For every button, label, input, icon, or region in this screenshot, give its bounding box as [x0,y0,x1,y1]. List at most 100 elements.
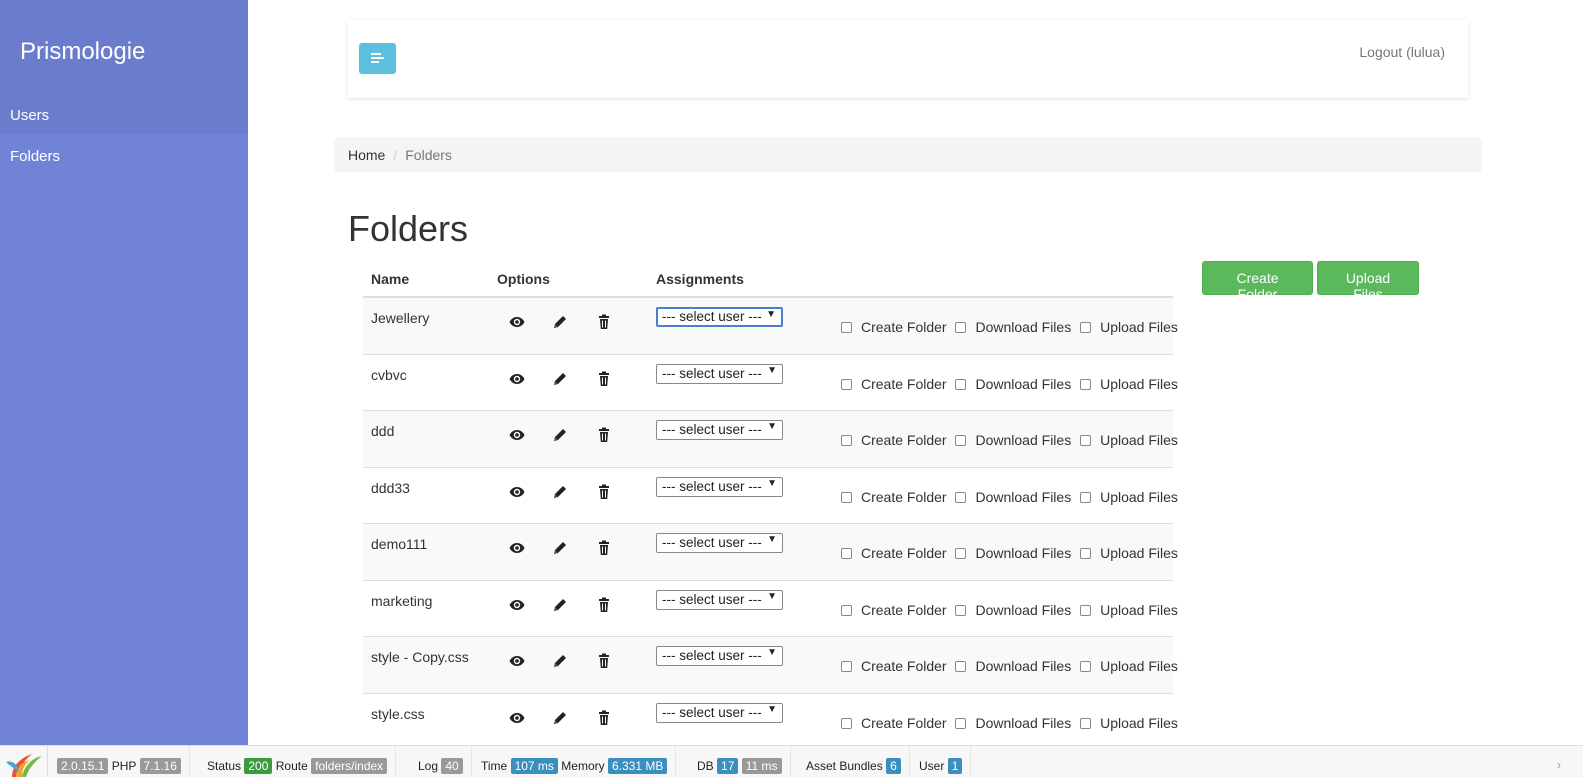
trash-icon[interactable] [596,371,612,387]
download-files-checkbox[interactable] [955,322,967,333]
route-label: Route [275,759,308,773]
download-files-checkbox[interactable] [955,661,967,672]
pencil-icon[interactable] [552,371,568,387]
trash-icon[interactable] [596,653,612,669]
pencil-icon[interactable] [552,710,568,726]
select-value: --- select user --- [662,309,762,324]
eye-icon[interactable] [509,597,525,613]
create-folder-checkbox[interactable] [841,717,852,729]
download-files-checkbox[interactable] [955,435,967,446]
assign-user-select[interactable]: --- select user --- ▼ [656,476,783,497]
upload-files-button[interactable]: Upload Files [1317,261,1419,302]
trash-icon[interactable] [596,540,612,556]
create-folder-checkbox[interactable] [841,604,852,616]
table-row: style - Copy.css --- select user --- ▼ C… [363,637,1178,694]
time-badge: 107 ms [510,758,558,774]
create-folder-label: Create Folder [861,545,947,561]
permissions-group: Create Folder Download Files Upload File… [841,545,1183,561]
folder-name: marketing [371,592,433,609]
upload-files-label: Upload Files [1100,545,1178,561]
yii-logo[interactable] [0,746,48,777]
download-files-label: Download Files [975,319,1072,335]
create-folder-checkbox[interactable] [841,435,852,446]
pencil-icon[interactable] [552,597,568,613]
create-folder-button[interactable]: Create Folder [1202,261,1313,302]
sidebar-item-users[interactable]: Users [10,107,49,124]
upload-files-checkbox[interactable] [1080,661,1092,672]
download-files-label: Download Files [975,375,1072,392]
upload-files-checkbox[interactable] [1080,435,1092,446]
download-files-checkbox[interactable] [955,604,967,616]
assign-user-select[interactable]: --- select user --- ▼ [656,363,783,384]
debug-user-segment[interactable]: User 1 [911,746,972,777]
debug-db-segment[interactable]: DB 17 11 ms [689,746,791,777]
download-files-checkbox[interactable] [955,378,967,390]
log-badge: 40 [441,758,463,774]
trash-icon[interactable] [596,597,612,613]
sidebar-item-folders[interactable]: Folders [10,148,60,165]
download-files-checkbox[interactable] [955,717,967,729]
upload-files-label: Upload Files [1100,375,1178,392]
folders-table: Name Options Assignments Jewellery --- s… [363,262,1178,750]
eye-icon[interactable] [509,314,525,330]
debug-version-segment[interactable]: 2.0.15.1 PHP 7.1.16 [49,746,190,777]
eye-icon[interactable] [509,540,525,556]
create-folder-label: Create Folder [861,658,947,674]
trash-icon[interactable] [596,710,612,726]
create-folder-checkbox[interactable] [841,322,852,333]
assign-user-select[interactable]: --- select user --- ▼ [656,420,783,440]
chevron-right-icon[interactable]: › [1557,758,1561,772]
table-row: demo111 --- select user --- ▼ Create Fol… [363,524,1178,581]
breadcrumb: Home / Folders [334,137,1482,172]
assign-user-select[interactable]: --- select user --- ▼ [656,589,783,610]
upload-files-checkbox[interactable] [1080,322,1092,333]
pencil-icon[interactable] [552,540,568,556]
trash-icon[interactable] [596,427,612,443]
pencil-icon[interactable] [552,427,568,443]
trash-icon[interactable] [596,314,612,330]
assign-user-select[interactable]: --- select user --- ▼ [656,646,783,666]
route-badge: folders/index [311,758,388,774]
upload-files-checkbox[interactable] [1080,378,1092,390]
brand-logo-text[interactable]: Prismologie [20,38,145,66]
pencil-icon[interactable] [552,484,568,500]
debug-toolbar: 2.0.15.1 PHP 7.1.16 Status 200 Route fol… [0,745,1583,777]
permissions-group: Create Folder Download Files Upload File… [841,489,1183,505]
column-header-assignments: Assignments [656,271,744,287]
eye-icon[interactable] [509,653,525,669]
breadcrumb-home-link[interactable]: Home [348,147,385,163]
download-files-label: Download Files [975,714,1072,731]
create-folder-checkbox[interactable] [841,491,852,503]
select-value: --- select user --- [662,422,762,437]
select-value: --- select user --- [662,648,762,663]
page-title: Folders [348,208,469,249]
upload-files-checkbox[interactable] [1080,717,1092,729]
debug-assets-segment[interactable]: Asset Bundles 6 [798,746,910,777]
eye-icon[interactable] [509,710,525,726]
upload-files-checkbox[interactable] [1080,548,1092,559]
pencil-icon[interactable] [552,653,568,669]
pencil-icon[interactable] [552,314,568,330]
upload-files-checkbox[interactable] [1080,491,1092,503]
debug-log-segment[interactable]: Log 40 [410,746,472,777]
eye-icon[interactable] [509,371,525,387]
download-files-checkbox[interactable] [955,548,967,559]
folder-name: demo111 [371,536,428,552]
create-folder-label: Create Folder [861,319,947,335]
debug-request-segment[interactable]: Status 200 Route folders/index [199,746,397,777]
upload-files-checkbox[interactable] [1080,604,1092,616]
debug-profiling-segment[interactable]: Time 107 ms Memory 6.331 MB [473,746,677,777]
trash-icon[interactable] [596,484,612,500]
create-folder-checkbox[interactable] [841,378,852,390]
logout-link[interactable]: Logout (lulua) [1359,44,1445,60]
assign-user-select[interactable]: --- select user --- ▼ [656,702,783,723]
download-files-checkbox[interactable] [955,491,967,503]
create-folder-checkbox[interactable] [841,548,852,559]
eye-icon[interactable] [509,484,525,500]
table-row: ddd --- select user --- ▼ Create Folder … [363,411,1178,468]
assign-user-select[interactable]: --- select user --- ▼ [656,307,783,327]
eye-icon[interactable] [509,427,525,443]
sidebar-toggle-button[interactable] [359,43,396,74]
assign-user-select[interactable]: --- select user --- ▼ [656,533,783,553]
create-folder-checkbox[interactable] [841,661,852,672]
